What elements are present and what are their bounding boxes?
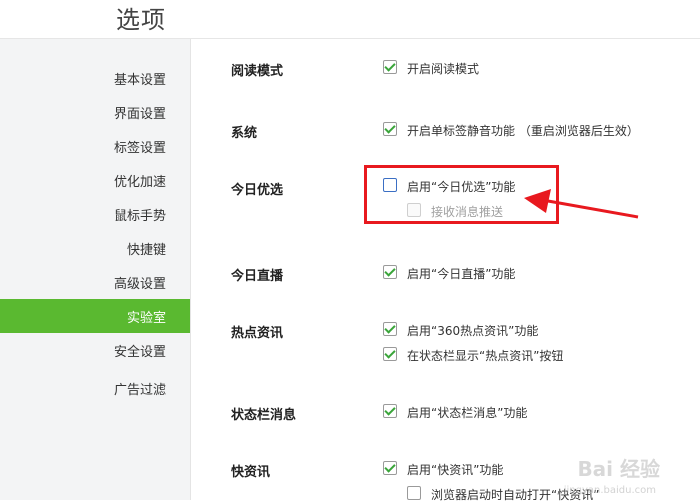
watermark-logo: Bai 经验: [577, 457, 660, 481]
watermark-url: jingyan.baidu.com: [563, 485, 656, 496]
annotation-arrow-icon: [524, 189, 639, 219]
